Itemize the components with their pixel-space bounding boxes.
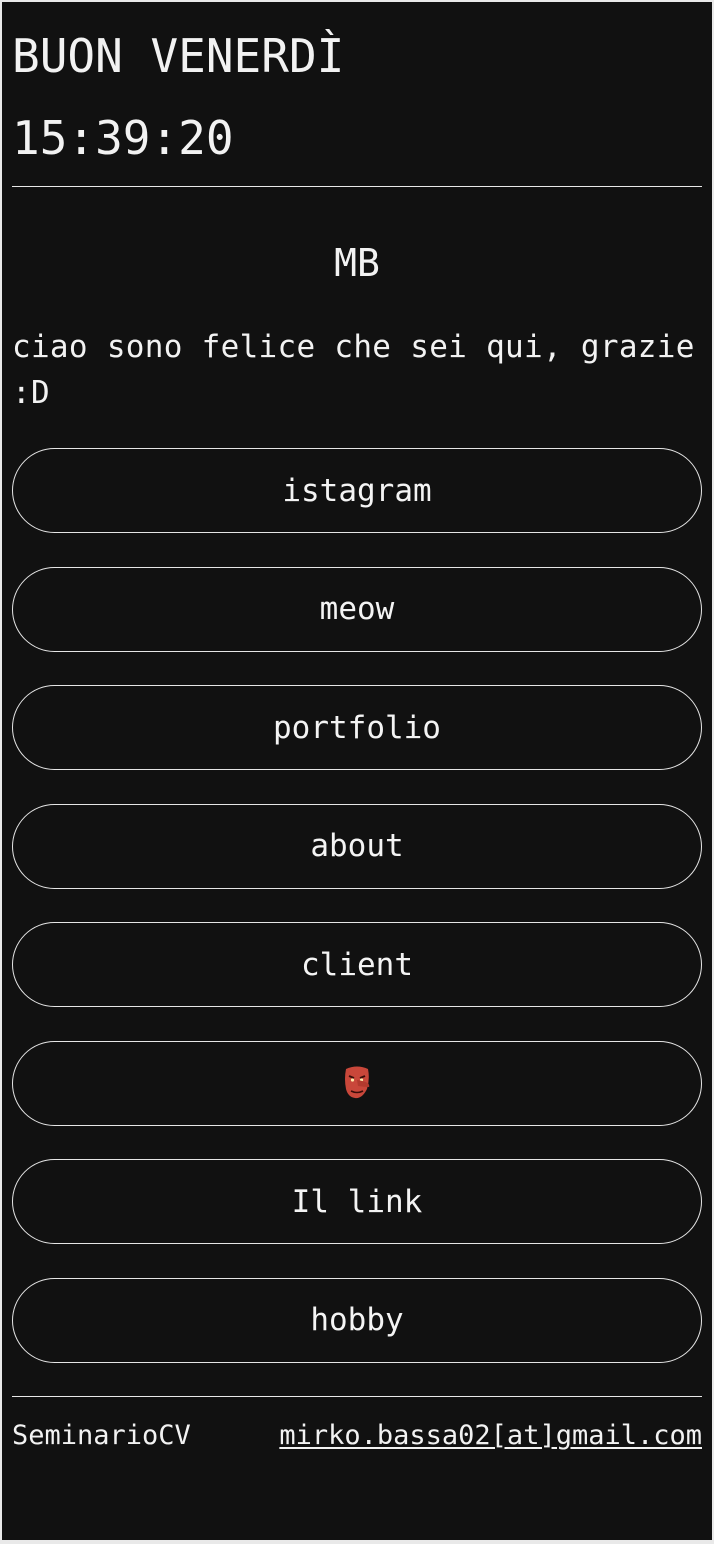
footer-label: SeminarioCV — [12, 1420, 191, 1451]
live-clock: 15:39:20 — [12, 111, 234, 165]
greeting-title: BUON VENERDÌ — [12, 29, 345, 83]
footer: SeminarioCV mirko.bassa02[at]gmail.com — [12, 1416, 702, 1456]
intro-text: ciao sono felice che sei qui, grazie :D — [12, 329, 695, 411]
screen: BUON VENERDÌ 15:39:20 MB ciao sono felic… — [2, 2, 712, 1540]
tengu-mask-icon — [342, 1065, 372, 1101]
link-button-hobby[interactable]: hobby — [12, 1277, 702, 1363]
link-list: istagram meow portfolio about client Il … — [12, 448, 702, 1396]
profile-monogram: MB — [334, 241, 380, 285]
link-button-client[interactable]: client — [12, 922, 702, 1007]
email-link[interactable]: mirko.bassa02[at]gmail.com — [279, 1416, 702, 1456]
link-button-mask[interactable] — [12, 1040, 702, 1126]
link-button-portfolio[interactable]: portfolio — [12, 685, 702, 770]
link-button-about[interactable]: about — [12, 803, 702, 889]
link-button-il-link[interactable]: Il link — [12, 1159, 702, 1244]
bottom-divider — [12, 1396, 702, 1397]
top-divider — [12, 186, 702, 187]
link-button-meow[interactable]: meow — [12, 566, 702, 652]
link-button-istagram[interactable]: istagram — [12, 448, 702, 533]
